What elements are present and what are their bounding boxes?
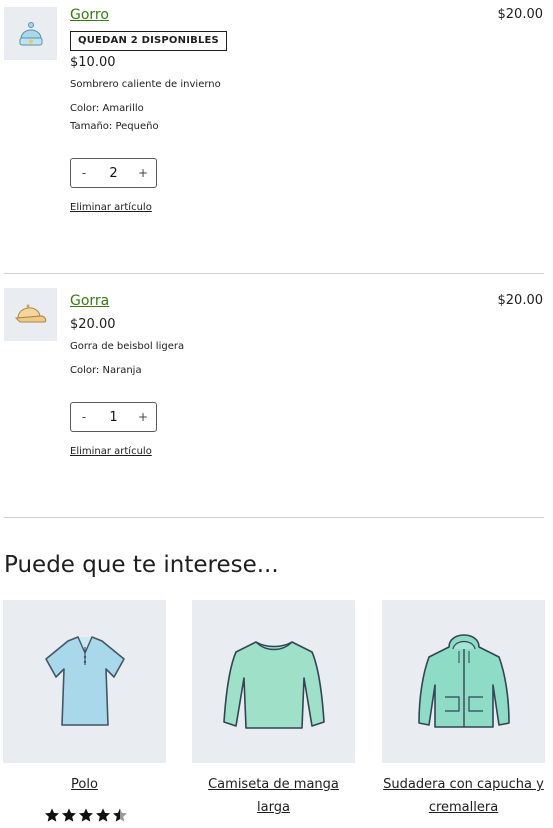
remove-item-link[interactable]: Eliminar artículo	[70, 201, 152, 215]
increment-button[interactable]: +	[130, 166, 156, 180]
decrement-button[interactable]: -	[71, 166, 97, 180]
cap-image	[4, 288, 57, 341]
increment-button[interactable]: +	[130, 410, 156, 424]
product-name[interactable]: Polo	[3, 773, 166, 796]
product-description: Gorra de beisbol ligera	[70, 341, 185, 352]
star-icon	[62, 808, 76, 822]
quantity-value[interactable]: 1	[97, 410, 130, 425]
divider	[4, 517, 544, 518]
product-link-gorra[interactable]: Gorra	[70, 292, 109, 310]
attribute-color: Color: Amarillo	[70, 103, 144, 114]
stock-badge: QUEDAN 2 DISPONIBLES	[70, 31, 227, 51]
beanie-icon	[19, 21, 42, 45]
product-name[interactable]: Sudadera con capucha y cremallera	[382, 773, 545, 819]
star-icon	[79, 808, 93, 822]
quantity-stepper: - 1 +	[70, 402, 157, 432]
product-card-sudadera[interactable]: Sudadera con capucha y cremallera	[382, 600, 545, 819]
baseball-cap-icon	[14, 304, 46, 322]
quantity-stepper: - 2 +	[70, 158, 157, 188]
product-card-camiseta[interactable]: Camiseta de manga larga	[192, 600, 355, 819]
product-description: Sombrero caliente de invierno	[70, 79, 221, 90]
product-card-polo[interactable]: Polo	[3, 600, 166, 796]
decrement-button[interactable]: -	[71, 410, 97, 424]
divider	[4, 273, 544, 274]
beanie-image	[4, 7, 57, 60]
unit-price: $20.00	[70, 317, 116, 332]
zip-hoodie-icon	[417, 633, 510, 728]
hoodie-image[interactable]	[382, 600, 545, 763]
line-total: $20.00	[497, 7, 544, 22]
recommendations-title: Puede que te interese...	[4, 552, 279, 578]
product-link-gorro[interactable]: Gorro	[70, 6, 109, 24]
polo-shirt-icon	[44, 635, 125, 726]
quantity-value[interactable]: 2	[97, 166, 130, 181]
polo-image[interactable]	[3, 600, 166, 763]
unit-price: $10.00	[70, 55, 116, 70]
attribute-color: Color: Naranja	[70, 365, 142, 376]
product-name[interactable]: Camiseta de manga larga	[192, 773, 355, 819]
star-icon	[45, 808, 59, 822]
attribute-size: Tamaño: Pequeño	[70, 121, 159, 132]
star-icon	[96, 808, 110, 822]
half-star-icon	[113, 808, 127, 822]
remove-item-link[interactable]: Eliminar artículo	[70, 445, 152, 459]
long-sleeve-image[interactable]	[192, 600, 355, 763]
long-sleeve-shirt-icon	[222, 640, 325, 729]
line-total: $20.00	[497, 293, 544, 308]
star-rating	[44, 807, 128, 823]
